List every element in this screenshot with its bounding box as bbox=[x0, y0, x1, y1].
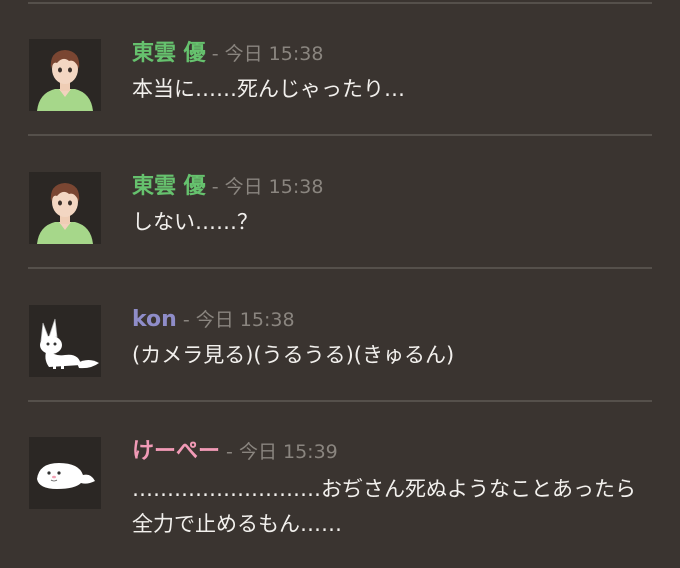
message-divider bbox=[28, 134, 652, 136]
green-shirt-boy-icon bbox=[29, 39, 101, 111]
separator: - bbox=[220, 441, 239, 463]
separator: - bbox=[205, 176, 225, 198]
message-text: (カメラ見る)(うるうる)(きゅるん) bbox=[132, 343, 455, 367]
author-name[interactable]: kon bbox=[132, 307, 177, 332]
timestamp: 今日 15:38 bbox=[224, 176, 324, 198]
chat-log: 東雲 優 - 今日 15:38 本当に……死んじゃったり… 東雲 優 - 今日 … bbox=[0, 0, 680, 568]
message-divider bbox=[28, 400, 652, 402]
message-header: 東雲 優 - 今日 15:38 bbox=[132, 173, 323, 201]
message-divider bbox=[28, 2, 652, 4]
white-fox-icon bbox=[29, 305, 101, 377]
user-avatar[interactable] bbox=[29, 305, 101, 377]
message-text: 本当に……死んじゃったり… bbox=[132, 77, 405, 101]
user-avatar[interactable] bbox=[29, 437, 101, 509]
author-name[interactable]: 東雲 優 bbox=[132, 41, 206, 66]
message-divider bbox=[28, 267, 652, 269]
message-header: 東雲 優 - 今日 15:38 bbox=[132, 40, 323, 68]
separator: - bbox=[205, 43, 225, 65]
green-shirt-boy-icon bbox=[29, 172, 101, 244]
user-avatar[interactable] bbox=[29, 172, 101, 244]
timestamp: 今日 15:39 bbox=[238, 441, 338, 463]
message-text: ………………………おぢさん死ぬようなことあったら全力で止めるもん…… bbox=[132, 477, 636, 536]
message-text: しない……？ bbox=[132, 210, 258, 234]
white-seal-icon bbox=[29, 437, 101, 509]
timestamp: 今日 15:38 bbox=[195, 309, 295, 331]
author-name[interactable]: けーぺー bbox=[132, 439, 220, 464]
message-header: kon - 今日 15:38 bbox=[132, 306, 295, 334]
author-name[interactable]: 東雲 優 bbox=[132, 174, 206, 199]
message-header: けーぺー - 今日 15:39 bbox=[132, 438, 338, 466]
timestamp: 今日 15:38 bbox=[224, 43, 324, 65]
user-avatar[interactable] bbox=[29, 39, 101, 111]
separator: - bbox=[176, 309, 196, 331]
